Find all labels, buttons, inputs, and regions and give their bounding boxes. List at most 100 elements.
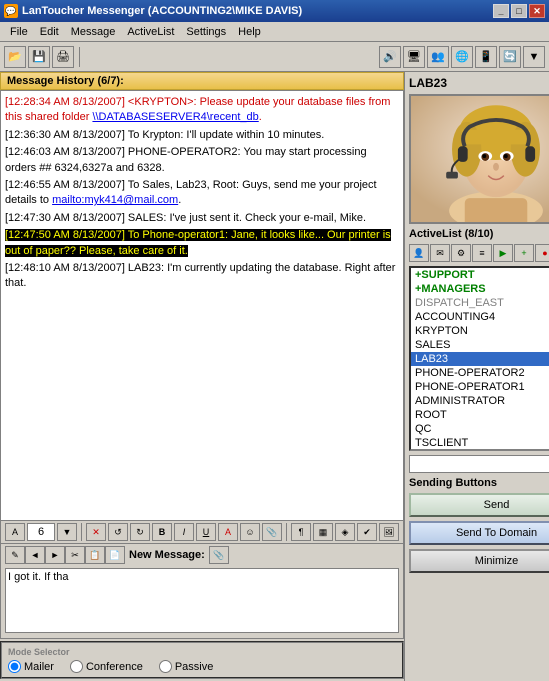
speaker-icon[interactable]: 🔊	[379, 46, 401, 68]
photo-btn[interactable]: 🖼	[379, 523, 399, 541]
menu-file[interactable]: File	[4, 24, 34, 40]
menu-bar: File Edit Message ActiveList Settings He…	[0, 22, 549, 42]
main-toolbar: 📂 💾 🖨 🔊 🖥 👥 🌐 📱 🔄 ▼	[0, 42, 549, 72]
mode-mailer[interactable]: Mailer	[8, 660, 54, 673]
paste-btn[interactable]: 📄	[105, 546, 125, 564]
mode-mailer-radio[interactable]	[8, 660, 21, 673]
menu-activelist[interactable]: ActiveList	[121, 24, 180, 40]
user-label: LAB23	[409, 76, 549, 90]
save-button[interactable]: 💾	[28, 46, 50, 68]
active-list[interactable]: +SUPPORT +MANAGERS DISPATCH_EAST ACCOUNT…	[409, 266, 549, 451]
al-item-accounting4[interactable]: ACCOUNTING4	[411, 310, 549, 324]
mode-options: Mailer Conference Passive	[8, 660, 396, 673]
nav-fwd[interactable]: ►	[45, 546, 65, 564]
al-item-root[interactable]: ROOT	[411, 408, 549, 422]
mode-conference-radio[interactable]	[70, 660, 83, 673]
message-input-container: I got it. If tha	[0, 566, 404, 639]
al-item-phone-op2[interactable]: PHONE-OPERATOR2	[411, 366, 549, 380]
al-item-sales[interactable]: SALES	[411, 338, 549, 352]
nav-back[interactable]: ◄	[25, 546, 45, 564]
al-item-dispatch[interactable]: DISPATCH_EAST	[411, 296, 549, 310]
mode-selector-label: Mode Selector	[8, 647, 396, 657]
message-7: [12:48:10 AM 8/13/2007] LAB23: I'm curre…	[5, 261, 399, 292]
al-btn-6[interactable]: +	[514, 244, 534, 262]
message-input[interactable]: I got it. If tha	[5, 568, 399, 633]
minimize-window-button[interactable]: _	[493, 4, 509, 18]
sep2	[286, 523, 287, 541]
history-header: Message History (6/7):	[0, 72, 404, 90]
transfer-icon[interactable]: 🔄	[499, 46, 521, 68]
copy-btn[interactable]: 📋	[85, 546, 105, 564]
message-6: [12:47:50 AM 8/13/2007] To Phone-operato…	[5, 228, 399, 259]
minimize-button[interactable]: Minimize	[409, 549, 549, 573]
al-btn-1[interactable]: 👤	[409, 244, 429, 262]
al-btn-3[interactable]: ⚙	[451, 244, 471, 262]
open-button[interactable]: 📂	[4, 46, 26, 68]
al-btn-7[interactable]: ●	[535, 244, 549, 262]
format2-btn[interactable]: ¶	[291, 523, 311, 541]
mode-passive-radio[interactable]	[159, 660, 172, 673]
clear-btn[interactable]: ✕	[86, 523, 106, 541]
send-button[interactable]: Send	[409, 493, 549, 517]
spell-btn[interactable]: ✔	[357, 523, 377, 541]
phone-icon[interactable]: 📱	[475, 46, 497, 68]
al-item-support[interactable]: +SUPPORT	[411, 268, 549, 282]
menu-help[interactable]: Help	[232, 24, 267, 40]
undo-btn[interactable]: ↺	[108, 523, 128, 541]
message-3: [12:46:03 AM 8/13/2007] PHONE-OPERATOR2:…	[5, 145, 399, 176]
edit-icon[interactable]: ✎	[5, 546, 25, 564]
mode-conference[interactable]: Conference	[70, 660, 143, 673]
main-layout: Message History (6/7): [12:28:34 AM 8/13…	[0, 72, 549, 681]
al-item-lab23[interactable]: LAB23	[411, 352, 549, 366]
menu-settings[interactable]: Settings	[180, 24, 232, 40]
attach2-btn[interactable]: 📎	[209, 546, 229, 564]
toolbar-separator	[79, 47, 80, 67]
al-item-krypton[interactable]: KRYPTON	[411, 324, 549, 338]
table-btn[interactable]: ▦	[313, 523, 333, 541]
bold-btn[interactable]: B	[152, 523, 172, 541]
redo-btn[interactable]: ↻	[130, 523, 150, 541]
al-item-managers[interactable]: +MANAGERS	[411, 282, 549, 296]
al-btn-5[interactable]: ▶	[493, 244, 513, 262]
app-icon: 💬	[4, 4, 18, 18]
sending-buttons-label: Sending Buttons	[409, 477, 549, 489]
print-button[interactable]: 🖨	[52, 46, 74, 68]
new-message-label: New Message:	[129, 549, 205, 561]
menu-edit[interactable]: Edit	[34, 24, 65, 40]
al-btn-2[interactable]: ✉	[430, 244, 450, 262]
input-toolbar: A ▼ ✕ ↺ ↻ B I U A ☺ 📎 ¶ ▦ ◈ ✔ 🖼	[0, 521, 404, 544]
monitor-icon[interactable]: 🖥	[403, 46, 425, 68]
user-photo	[409, 94, 549, 224]
emoji-btn[interactable]: ☺	[240, 523, 260, 541]
attach-btn[interactable]: 📎	[262, 523, 282, 541]
al-btn-4[interactable]: ≡	[472, 244, 492, 262]
search-input[interactable]	[409, 455, 549, 473]
color-btn[interactable]: A	[218, 523, 238, 541]
al-item-phone-op1[interactable]: PHONE-OPERATOR1	[411, 380, 549, 394]
al-item-qc[interactable]: QC	[411, 422, 549, 436]
sep1	[81, 523, 82, 541]
message-4: [12:46:55 AM 8/13/2007] To Sales, Lab23,…	[5, 178, 399, 209]
al-item-admin[interactable]: ADMINISTRATOR	[411, 394, 549, 408]
font-size-input[interactable]	[27, 523, 55, 541]
message-2: [12:36:30 AM 8/13/2007] To Krypton: I'll…	[5, 128, 399, 143]
maximize-window-button[interactable]: □	[511, 4, 527, 18]
history-area[interactable]: [12:28:34 AM 8/13/2007] <KRYPTON>: Pleas…	[0, 90, 404, 521]
dropdown-btn[interactable]: ▼	[523, 46, 545, 68]
cut-btn[interactable]: ✂	[65, 546, 85, 564]
title-bar: 💬 LanToucher Messenger (ACCOUNTING2\MIKE…	[0, 0, 549, 22]
users-icon[interactable]: 👥	[427, 46, 449, 68]
al-item-tsclient[interactable]: TSCLIENT	[411, 436, 549, 450]
mode-passive[interactable]: Passive	[159, 660, 214, 673]
menu-message[interactable]: Message	[65, 24, 122, 40]
font-dropdown[interactable]: ▼	[57, 523, 77, 541]
italic-btn[interactable]: I	[174, 523, 194, 541]
active-list-header: ActiveList (8/10)	[409, 228, 549, 240]
close-window-button[interactable]: ✕	[529, 4, 545, 18]
underline-btn[interactable]: U	[196, 523, 216, 541]
insert-btn[interactable]: ◈	[335, 523, 355, 541]
network-icon[interactable]: 🌐	[451, 46, 473, 68]
send-to-domain-button[interactable]: Send To Domain	[409, 521, 549, 545]
format-icon[interactable]: A	[5, 523, 25, 541]
message-1: [12:28:34 AM 8/13/2007] <KRYPTON>: Pleas…	[5, 95, 399, 126]
